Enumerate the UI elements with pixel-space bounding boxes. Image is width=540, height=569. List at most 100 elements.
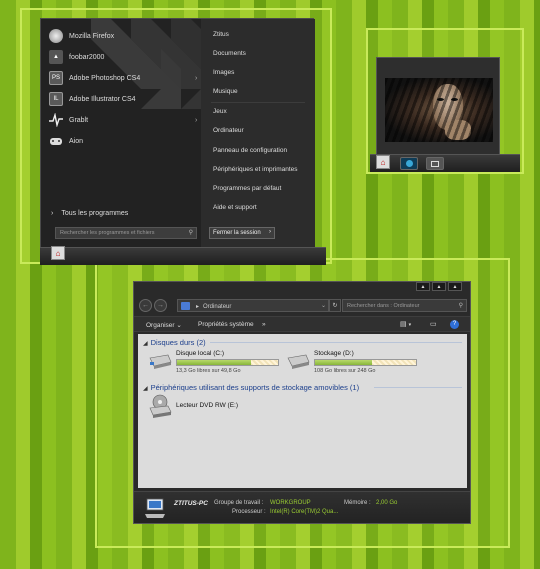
link-images[interactable]: Images <box>213 69 234 76</box>
maximize-icon[interactable]: ▲ <box>432 282 446 291</box>
drive-name: Lecteur DVD RW (E:) <box>176 402 239 409</box>
all-programs-label: Tous les programmes <box>61 210 129 217</box>
removable-group-header[interactable]: ◢ Périphériques utilisant des supports de… <box>143 383 359 392</box>
program-label: Mozilla Firefox <box>69 32 115 40</box>
program-label: Adobe Photoshop CS4 <box>69 74 141 82</box>
drive-usage-fill <box>315 360 372 365</box>
start-menu-links-pane: Ztitus Documents Images Musique Jeux Ord… <box>201 19 315 253</box>
eye-icon <box>405 160 413 167</box>
link-control-panel[interactable]: Panneau de configuration <box>213 147 287 154</box>
start-orb-button[interactable]: ⌂ <box>376 155 390 169</box>
chevron-down-icon: ⌄ <box>176 322 182 329</box>
help-icon: ? <box>450 320 459 329</box>
chevron-down-icon: ▾ <box>408 322 412 328</box>
link-user[interactable]: Ztitus <box>213 31 229 38</box>
taskbar-app-icon[interactable] <box>400 157 418 170</box>
link-games[interactable]: Jeux <box>213 108 227 115</box>
start-taskbar <box>40 247 326 265</box>
back-button[interactable]: ← <box>139 299 152 312</box>
address-input[interactable]: ▸ Ordinateur ⌄ <box>177 299 329 312</box>
preview-pane-icon: ▭ <box>430 321 437 328</box>
program-label: Aion <box>69 137 84 145</box>
details-pane: ZTITUS-PC Groupe de travail : WORKGROUP … <box>134 491 470 523</box>
group-divider <box>210 342 462 343</box>
preview-pane-button[interactable]: ▭ <box>430 320 437 328</box>
link-computer[interactable]: Ordinateur <box>213 127 244 134</box>
submenu-arrow-icon: › <box>195 116 198 124</box>
view-options-button[interactable]: ▤ ▾ <box>400 320 411 328</box>
gamepad-icon <box>49 134 63 148</box>
explorer-search-input[interactable]: Rechercher dans : Ordinateur ⚲ <box>342 299 467 312</box>
drive-c[interactable]: Disque local (C:) 13,3 Go libres sur 49,… <box>148 350 298 380</box>
program-photoshop[interactable]: PS Adobe Photoshop CS4 › <box>49 69 201 87</box>
foobar-icon: ▲ <box>49 50 63 64</box>
refresh-icon: ↻ <box>332 303 338 309</box>
program-label: Grablt <box>69 116 89 124</box>
program-illustrator[interactable]: IL Adobe Illustrator CS4 <box>49 90 136 108</box>
arrow-left-icon: ← <box>142 302 149 309</box>
breadcrumb-location[interactable]: Ordinateur <box>203 304 231 310</box>
link-documents[interactable]: Documents <box>213 50 246 57</box>
wallpaper-thumbnail <box>385 78 493 142</box>
program-foobar[interactable]: ▲ foobar2000 <box>49 48 104 66</box>
home-icon: ⌂ <box>380 157 386 167</box>
program-grabit[interactable]: Grablt › <box>49 111 201 129</box>
start-orb-button[interactable]: ⌂ <box>51 246 65 260</box>
preview-taskbar <box>370 154 520 172</box>
start-menu: Mozilla Firefox ▲ foobar2000 PS Adobe Ph… <box>40 18 315 253</box>
collapse-triangle-icon: ◢ <box>143 386 148 392</box>
link-default-programs[interactable]: Programmes par défaut <box>213 185 281 192</box>
search-icon: ⚲ <box>458 303 463 309</box>
link-music[interactable]: Musique <box>213 88 238 95</box>
drive-d[interactable]: Stockage (D:) 108 Go libres sur 248 Go <box>286 350 436 380</box>
chevron-right-icon[interactable]: › <box>269 229 271 235</box>
shutdown-label: Fermer la session <box>213 230 261 236</box>
drive-name: Disque local (C:) <box>176 350 225 357</box>
taskbar-app-icon[interactable] <box>426 157 444 170</box>
firefox-icon <box>49 29 63 43</box>
dvd-drive-icon <box>149 394 172 418</box>
drive-usage-bar <box>314 359 417 366</box>
arrow-right-icon: → <box>157 302 164 309</box>
start-search-input[interactable]: Rechercher les programmes et fichiers ⚲ <box>55 227 197 239</box>
illustrator-icon: IL <box>49 92 63 106</box>
explorer-content: ◢ Disques durs (2) Disque local (C:) 13,3… <box>138 334 467 488</box>
shutdown-button[interactable]: Fermer la session › <box>209 227 275 239</box>
view-list-icon: ▤ <box>400 321 407 328</box>
start-menu-programs-pane: Mozilla Firefox ▲ foobar2000 PS Adobe Ph… <box>41 19 201 253</box>
processor-label: Processeur : <box>232 509 266 515</box>
all-programs-link[interactable]: › Tous les programmes <box>51 210 128 217</box>
drive-free-space: 13,3 Go libres sur 49,8 Go <box>176 368 241 374</box>
close-icon[interactable]: ▲ <box>448 282 462 291</box>
memory-label: Mémoire : <box>344 500 371 506</box>
chevron-down-icon[interactable]: ⌄ <box>321 302 326 309</box>
search-placeholder: Rechercher dans : Ordinateur <box>347 303 420 309</box>
program-firefox[interactable]: Mozilla Firefox <box>49 27 114 45</box>
system-properties-button[interactable]: Propriétés système <box>198 321 254 328</box>
portrait-hair <box>385 78 493 142</box>
window-icon <box>431 160 439 167</box>
group-title-label: Périphériques utilisant des supports de … <box>150 383 360 392</box>
workgroup-label: Groupe de travail : <box>214 500 264 506</box>
dvd-drive[interactable]: Lecteur DVD RW (E:) <box>148 394 298 420</box>
more-commands-button[interactable]: » <box>262 321 266 328</box>
program-label: Adobe Illustrator CS4 <box>69 95 136 103</box>
hard-drive-icon <box>149 354 172 369</box>
computer-icon <box>145 498 165 518</box>
refresh-button[interactable]: ↻ <box>329 299 341 312</box>
help-button[interactable]: ? <box>450 320 459 329</box>
organize-menu-button[interactable]: Organiser ⌄ <box>146 321 182 329</box>
hard-drive-icon <box>287 354 310 369</box>
window-caption-buttons: ▲ ▲ ▲ <box>416 282 462 292</box>
grabit-icon <box>49 113 63 127</box>
photoshop-icon: PS <box>49 71 63 85</box>
link-devices-printers[interactable]: Périphériques et imprimantes <box>213 166 298 173</box>
drive-usage-bar <box>176 359 279 366</box>
minimize-icon[interactable]: ▲ <box>416 282 430 291</box>
program-label: foobar2000 <box>69 53 105 61</box>
program-aion[interactable]: Aion <box>49 132 83 150</box>
drive-name: Stockage (D:) <box>314 350 354 357</box>
forward-button[interactable]: → <box>154 299 167 312</box>
link-help-support[interactable]: Aide et support <box>213 204 257 211</box>
hard-disks-group-header[interactable]: ◢ Disques durs (2) <box>143 338 206 347</box>
